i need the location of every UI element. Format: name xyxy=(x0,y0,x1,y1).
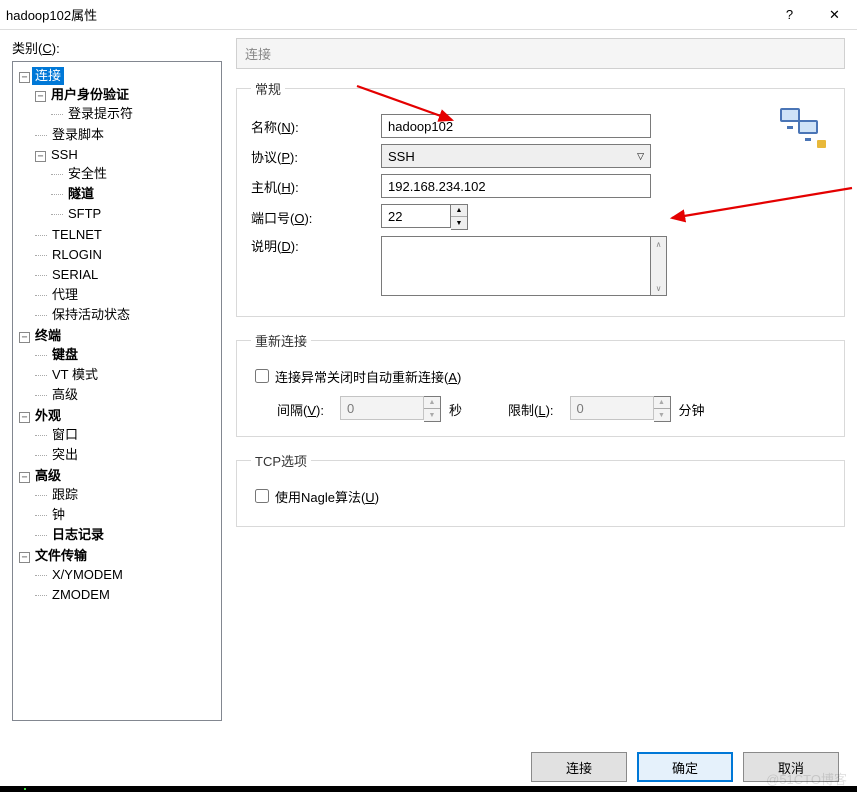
computers-icon xyxy=(780,108,826,148)
interval-label: 间隔(V): xyxy=(277,400,324,419)
auto-reconnect-label: 连接异常关闭时自动重新连接(A) xyxy=(275,367,461,386)
port-spinner[interactable]: ▲▼ xyxy=(381,204,468,230)
tree-highlight[interactable]: 突出 xyxy=(49,446,81,464)
nagle-checkbox[interactable] xyxy=(255,489,269,503)
tree-connection[interactable]: 连接 xyxy=(32,67,64,85)
left-column: 类别(C): −连接 −用户身份验证 登录提示符 登录脚本 −SSH 安全性 隧… xyxy=(12,38,222,730)
tree-file-transfer[interactable]: 文件传输 xyxy=(32,547,90,565)
category-tree[interactable]: −连接 −用户身份验证 登录提示符 登录脚本 −SSH 安全性 隧道 SFTP xyxy=(12,61,222,721)
chevron-down-icon: ▽ xyxy=(637,151,644,162)
tree-telnet[interactable]: TELNET xyxy=(49,226,105,244)
desc-label: 说明(D): xyxy=(251,236,381,255)
general-group: 常规 名称(N): 协议(P): SSH ▽ 主机(H): xyxy=(236,79,845,317)
tree-advanced-term[interactable]: 高级 xyxy=(49,386,81,404)
reconnect-group: 重新连接 连接异常关闭时自动重新连接(A) 间隔(V): ▲▼ 秒 限制(L):… xyxy=(236,331,845,437)
host-label: 主机(H): xyxy=(251,177,381,196)
footer-strip xyxy=(0,786,857,792)
dialog-buttons: 连接 确定 取消 xyxy=(531,752,839,782)
tree-xymodem[interactable]: X/YMODEM xyxy=(49,566,126,584)
name-input[interactable] xyxy=(381,114,651,138)
collapse-icon[interactable]: − xyxy=(19,72,30,83)
spinner-up-icon[interactable]: ▲ xyxy=(451,205,467,217)
tree-sftp[interactable]: SFTP xyxy=(65,205,104,223)
tree-vt-mode[interactable]: VT 模式 xyxy=(49,366,101,384)
interval-input[interactable] xyxy=(340,396,424,420)
port-label: 端口号(O): xyxy=(251,208,381,227)
interval-spinner[interactable]: ▲▼ xyxy=(340,396,441,422)
right-column: 连接 常规 名称(N): 协议(P): SSH ▽ 主机(H): xyxy=(222,38,845,730)
name-label: 名称(N): xyxy=(251,117,381,136)
tree-logging[interactable]: 日志记录 xyxy=(49,526,107,544)
spinner-up-icon[interactable]: ▲ xyxy=(424,397,440,409)
reconnect-legend: 重新连接 xyxy=(251,331,311,350)
tree-terminal[interactable]: 终端 xyxy=(32,327,64,345)
panel-header: 连接 xyxy=(236,38,845,69)
tree-ssh[interactable]: SSH xyxy=(48,146,81,164)
port-input[interactable] xyxy=(381,204,451,228)
auto-reconnect-checkbox[interactable] xyxy=(255,369,269,383)
scrollbar[interactable]: ∧∨ xyxy=(651,236,667,296)
tcp-legend: TCP选项 xyxy=(251,451,311,470)
collapse-icon[interactable]: − xyxy=(19,412,30,423)
dialog-content: 类别(C): −连接 −用户身份验证 登录提示符 登录脚本 −SSH 安全性 隧… xyxy=(0,30,857,730)
tree-zmodem[interactable]: ZMODEM xyxy=(49,586,113,604)
nagle-label: 使用Nagle算法(U) xyxy=(275,487,379,506)
minutes-label: 分钟 xyxy=(679,400,705,419)
collapse-icon[interactable]: − xyxy=(19,332,30,343)
protocol-value: SSH xyxy=(388,149,415,164)
seconds-label: 秒 xyxy=(449,400,462,419)
cancel-button[interactable]: 取消 xyxy=(743,752,839,782)
connect-button[interactable]: 连接 xyxy=(531,752,627,782)
tcp-group: TCP选项 使用Nagle算法(U) xyxy=(236,451,845,527)
tree-keep-alive[interactable]: 保持活动状态 xyxy=(49,306,133,324)
tree-bell[interactable]: 钟 xyxy=(49,506,68,524)
collapse-icon[interactable]: − xyxy=(35,91,46,102)
protocol-label: 协议(P): xyxy=(251,147,381,166)
tree-proxy[interactable]: 代理 xyxy=(49,286,81,304)
tree-user-auth[interactable]: 用户身份验证 xyxy=(48,86,132,104)
tree-tunnel[interactable]: 隧道 xyxy=(65,185,97,203)
category-label: 类别(C): xyxy=(12,38,222,57)
tree-security[interactable]: 安全性 xyxy=(65,165,110,183)
general-legend: 常规 xyxy=(251,79,285,98)
tree-login-script[interactable]: 登录脚本 xyxy=(49,126,107,144)
spinner-down-icon[interactable]: ▼ xyxy=(451,217,467,229)
titlebar: hadoop102属性 ? ✕ xyxy=(0,0,857,30)
tree-login-prompt[interactable]: 登录提示符 xyxy=(65,105,136,123)
tree-rlogin[interactable]: RLOGIN xyxy=(49,246,105,264)
tree-trace[interactable]: 跟踪 xyxy=(49,486,81,504)
limit-input[interactable] xyxy=(570,396,654,420)
scroll-up-icon[interactable]: ∧ xyxy=(651,237,666,251)
spinner-down-icon[interactable]: ▼ xyxy=(424,409,440,421)
ok-button[interactable]: 确定 xyxy=(637,752,733,782)
tree-serial[interactable]: SERIAL xyxy=(49,266,101,284)
spinner-down-icon[interactable]: ▼ xyxy=(654,409,670,421)
help-button[interactable]: ? xyxy=(767,0,812,30)
spinner-up-icon[interactable]: ▲ xyxy=(654,397,670,409)
tree-appearance[interactable]: 外观 xyxy=(32,407,64,425)
tree-window[interactable]: 窗口 xyxy=(49,426,81,444)
scroll-down-icon[interactable]: ∨ xyxy=(651,281,666,295)
host-input[interactable] xyxy=(381,174,651,198)
collapse-icon[interactable]: − xyxy=(35,151,46,162)
tree-keyboard[interactable]: 键盘 xyxy=(49,346,81,364)
desc-textarea[interactable] xyxy=(381,236,651,296)
tree-advanced[interactable]: 高级 xyxy=(32,467,64,485)
protocol-select[interactable]: SSH ▽ xyxy=(381,144,651,168)
limit-spinner[interactable]: ▲▼ xyxy=(570,396,671,422)
window-title: hadoop102属性 xyxy=(6,5,767,24)
collapse-icon[interactable]: − xyxy=(19,552,30,563)
limit-label: 限制(L): xyxy=(508,400,554,419)
collapse-icon[interactable]: − xyxy=(19,472,30,483)
close-button[interactable]: ✕ xyxy=(812,0,857,30)
